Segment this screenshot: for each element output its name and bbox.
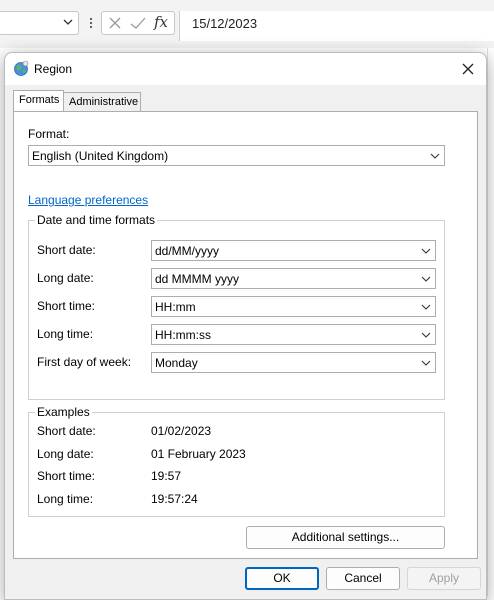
short-date-value: dd/MM/yyyy	[155, 244, 220, 258]
ok-button[interactable]: OK	[245, 567, 319, 590]
example-long-time-value: 19:57:24	[151, 492, 198, 506]
name-box[interactable]	[0, 11, 79, 35]
chevron-down-icon	[421, 332, 431, 338]
short-time-label: Short time:	[37, 299, 96, 313]
chevron-down-icon[interactable]	[62, 16, 74, 28]
chevron-down-icon	[421, 304, 431, 310]
cancel-button[interactable]: Cancel	[326, 567, 400, 590]
example-short-time-value: 19:57	[151, 469, 182, 483]
formula-input[interactable]: 15/12/2023	[179, 11, 494, 41]
example-short-time-label: Short time:	[37, 469, 96, 483]
globe-icon	[14, 60, 29, 76]
chevron-down-icon	[421, 360, 431, 366]
more-options-icon[interactable]	[88, 14, 94, 32]
long-date-value: dd MMMM yyyy	[155, 272, 239, 286]
first-day-of-week-value: Monday	[155, 356, 198, 370]
dialog-title: Region	[34, 62, 73, 76]
example-long-date-label: Long date:	[37, 447, 94, 461]
worksheet-grid-edge	[487, 48, 494, 596]
long-time-label: Long time:	[37, 327, 94, 341]
formula-bar: fx 15/12/2023	[0, 0, 494, 48]
additional-settings-button[interactable]: Additional settings...	[246, 526, 445, 549]
close-icon[interactable]	[456, 57, 480, 81]
short-time-select[interactable]: HH:mm	[151, 296, 436, 317]
dialog-titlebar: Region	[5, 53, 486, 85]
chevron-down-icon	[421, 276, 431, 282]
long-date-label: Long date:	[37, 271, 94, 285]
short-time-value: HH:mm	[155, 300, 196, 314]
example-long-date-value: 01 February 2023	[151, 447, 246, 461]
short-date-label: Short date:	[37, 243, 96, 257]
region-dialog: Region Formats Administrative Format: En…	[4, 52, 487, 600]
insert-function-icon[interactable]: fx	[154, 13, 168, 31]
example-short-date-value: 01/02/2023	[151, 424, 212, 438]
long-time-value: HH:mm:ss	[155, 328, 211, 342]
date-time-formats-group: Date and time formats Short date: dd/MM/…	[28, 213, 445, 400]
formula-tools: fx	[101, 11, 175, 35]
language-preferences-link[interactable]: Language preferences	[28, 193, 148, 207]
apply-button[interactable]: Apply	[407, 567, 481, 590]
long-date-select[interactable]: dd MMMM yyyy	[151, 268, 436, 289]
format-label: Format:	[28, 127, 70, 141]
formats-panel: Format: English (United Kingdom) Languag…	[13, 111, 478, 559]
tab-formats[interactable]: Formats	[13, 90, 64, 111]
example-long-time-label: Long time:	[37, 492, 94, 506]
example-short-date-label: Short date:	[37, 424, 96, 438]
formula-value: 15/12/2023	[192, 16, 258, 31]
chevron-down-icon	[430, 153, 440, 159]
format-select[interactable]: English (United Kingdom)	[28, 145, 445, 166]
format-value: English (United Kingdom)	[32, 149, 169, 163]
group-title: Date and time formats	[35, 213, 158, 227]
first-day-of-week-label: First day of week:	[37, 355, 132, 369]
enter-icon[interactable]	[130, 15, 146, 34]
long-time-select[interactable]: HH:mm:ss	[151, 324, 436, 345]
short-date-select[interactable]: dd/MM/yyyy	[151, 240, 436, 261]
examples-group: Examples Short date: 01/02/2023 Long dat…	[28, 405, 445, 517]
tab-administrative[interactable]: Administrative	[64, 92, 141, 111]
first-day-of-week-select[interactable]: Monday	[151, 352, 436, 373]
cancel-icon[interactable]	[108, 15, 122, 34]
group-title: Examples	[35, 405, 92, 419]
chevron-down-icon	[421, 248, 431, 254]
